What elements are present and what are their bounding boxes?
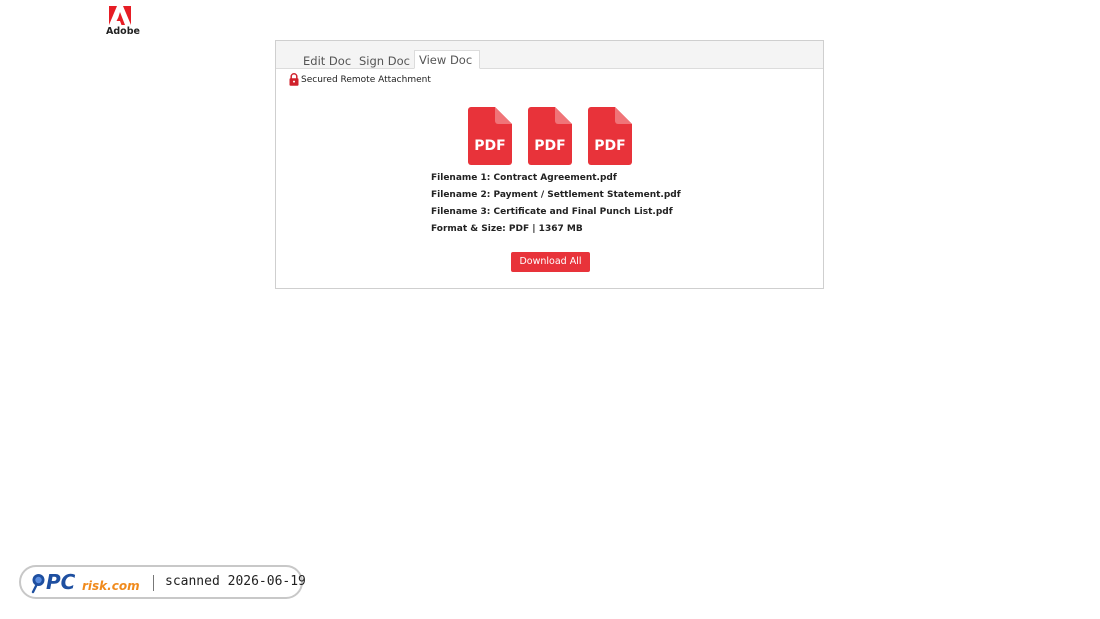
watermark-separator	[153, 575, 154, 591]
download-all-button[interactable]: Download All	[511, 252, 590, 272]
tab-sign-doc[interactable]: Sign Doc	[359, 52, 410, 72]
lock-icon	[289, 73, 299, 86]
adobe-logo-text: Adobe	[106, 26, 140, 37]
pdf-icon-label: PDF	[474, 138, 505, 154]
document-panel: Edit Doc Sign Doc View Doc Secured Remot…	[275, 40, 824, 289]
secure-label: Secured Remote Attachment	[301, 75, 431, 85]
tab-bar: Edit Doc Sign Doc View Doc	[276, 41, 823, 69]
pdf-icon[interactable]: PDF	[468, 107, 512, 165]
filename-3: Filename 3: Certificate and Final Punch …	[431, 207, 673, 217]
pdf-icon-label: PDF	[534, 138, 565, 154]
pcrisk-logo-pc: PC	[46, 571, 76, 594]
scan-date: scanned 2026-06-19	[165, 574, 306, 589]
pdf-icon[interactable]: PDF	[588, 107, 632, 165]
pcrisk-logo: PC risk.com	[31, 571, 140, 594]
pcrisk-watermark: PC risk.com scanned 2026-06-19	[19, 565, 306, 599]
pcrisk-logo-risk: risk.com	[82, 579, 140, 593]
tab-edit-doc[interactable]: Edit Doc	[303, 52, 351, 72]
file-info: Filename 1: Contract Agreement.pdf Filen…	[431, 171, 681, 239]
magnifier-icon	[31, 574, 45, 594]
filename-1: Filename 1: Contract Agreement.pdf	[431, 173, 617, 183]
tab-view-doc[interactable]: View Doc	[414, 50, 481, 69]
format-size: Format & Size: PDF | 1367 MB	[431, 224, 583, 234]
pdf-icon-label: PDF	[594, 138, 625, 154]
pdf-icon[interactable]: PDF	[528, 107, 572, 165]
adobe-logo-icon	[109, 6, 131, 25]
filename-2: Filename 2: Payment / Settlement Stateme…	[431, 190, 681, 200]
adobe-logo: Adobe	[104, 6, 142, 40]
pdf-icon-group: PDF PDF PDF	[468, 107, 638, 165]
